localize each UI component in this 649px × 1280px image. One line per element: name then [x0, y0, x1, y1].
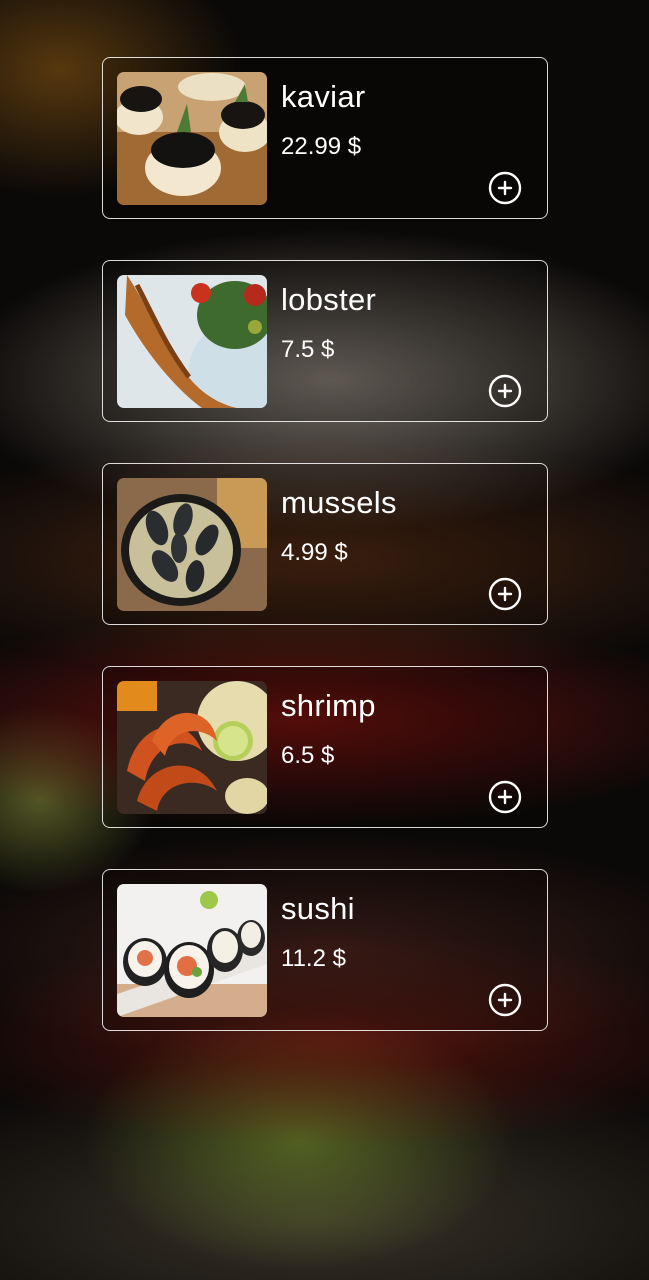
plus-circle-icon — [488, 983, 522, 1017]
menu-item-card-sushi[interactable]: sushi 11.2 $ — [102, 869, 548, 1031]
lobster-photo-icon — [117, 275, 267, 408]
add-to-cart-button[interactable] — [488, 577, 522, 611]
menu-item-name: lobster — [281, 282, 377, 317]
add-to-cart-button[interactable] — [488, 374, 522, 408]
caviar-photo-icon — [117, 72, 267, 205]
menu-item-card-lobster[interactable]: lobster 7.5 $ — [102, 260, 548, 422]
mussels-image — [117, 478, 267, 611]
add-to-cart-button[interactable] — [488, 983, 522, 1017]
menu-item-price: 4.99 $ — [281, 539, 348, 566]
menu-item-price: 22.99 $ — [281, 133, 362, 160]
sushi-photo-icon — [117, 884, 267, 1017]
add-to-cart-button[interactable] — [488, 780, 522, 814]
menu-item-price: 6.5 $ — [281, 742, 335, 769]
plus-circle-icon — [488, 577, 522, 611]
menu-item-name: mussels — [281, 485, 397, 520]
menu-item-name: sushi — [281, 891, 355, 926]
menu-item-card-kaviar[interactable]: kaviar 22.99 $ — [102, 57, 548, 219]
menu-item-card-shrimp[interactable]: shrimp 6.5 $ — [102, 666, 548, 828]
shrimp-photo-icon — [117, 681, 267, 814]
menu-item-card-mussels[interactable]: mussels 4.99 $ — [102, 463, 548, 625]
menu-list: kaviar 22.99 $ lobster 7.5 $ mussels 4.9… — [102, 57, 548, 1072]
shrimp-image — [117, 681, 267, 814]
sushi-image — [117, 884, 267, 1017]
plus-circle-icon — [488, 780, 522, 814]
menu-item-price: 11.2 $ — [281, 945, 346, 972]
add-to-cart-button[interactable] — [488, 171, 522, 205]
plus-circle-icon — [488, 374, 522, 408]
mussels-photo-icon — [117, 478, 267, 611]
menu-item-name: kaviar — [281, 79, 366, 114]
menu-item-price: 7.5 $ — [281, 336, 335, 363]
plus-circle-icon — [488, 171, 522, 205]
caviar-image — [117, 72, 267, 205]
lobster-image — [117, 275, 267, 408]
menu-item-name: shrimp — [281, 688, 376, 723]
